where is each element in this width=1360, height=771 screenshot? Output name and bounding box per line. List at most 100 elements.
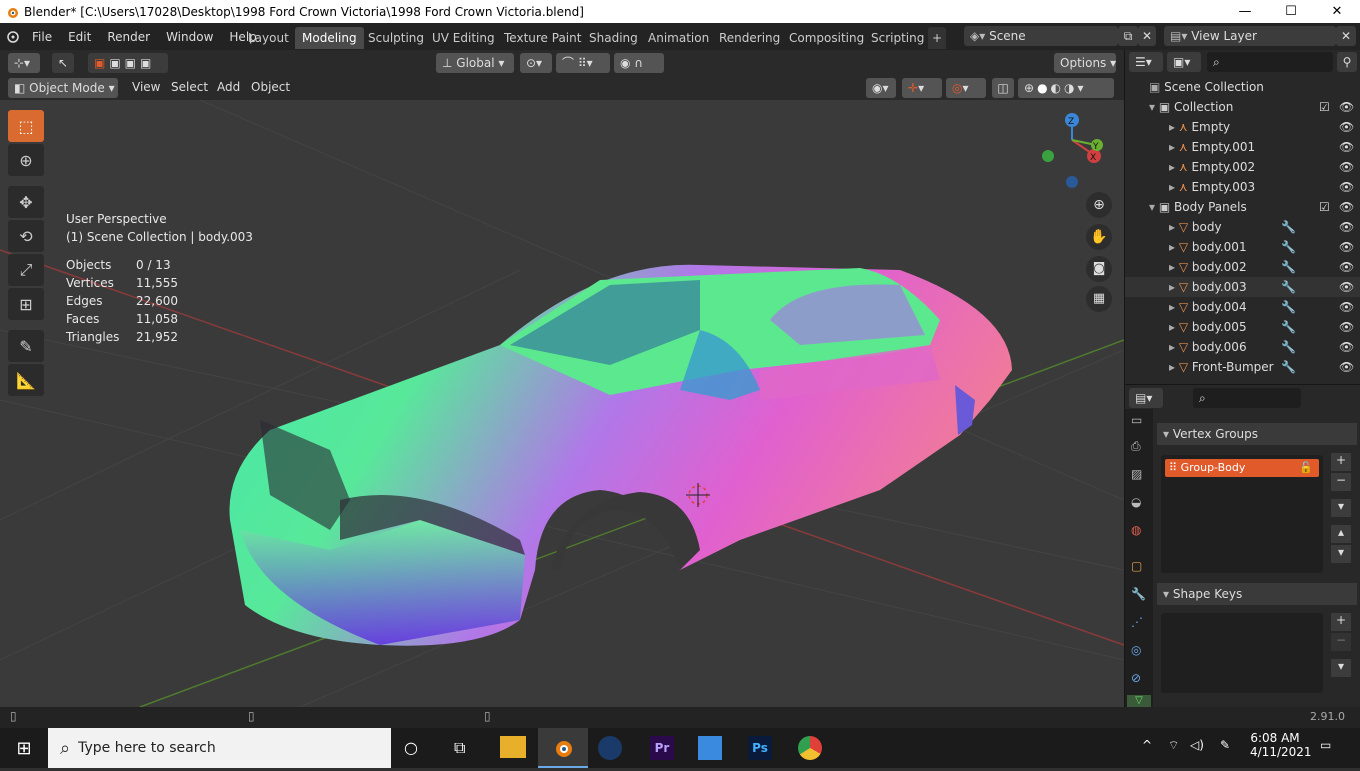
network-icon[interactable]: ⌔ bbox=[1168, 738, 1179, 753]
tab-scene-icon[interactable]: ◒ bbox=[1131, 495, 1141, 509]
shape-key-specials-button[interactable]: ▾ bbox=[1331, 659, 1351, 677]
navigation-gizmo[interactable]: Z X Y bbox=[1042, 113, 1103, 188]
expand-arrow-icon[interactable]: ▸ bbox=[1169, 160, 1179, 174]
overlay-toggle-icon[interactable]: ◎▾ bbox=[946, 78, 986, 98]
tab-compositing[interactable]: Compositing bbox=[782, 27, 871, 49]
outliner-item-empty-001[interactable]: ▸ ⋏ Empty.001 👁 bbox=[1125, 137, 1360, 157]
pan-hand-icon[interactable]: ✋ bbox=[1086, 224, 1112, 250]
vertex-groups-list[interactable]: ⠿ Group-Body 🔓 bbox=[1161, 455, 1323, 573]
visibility-eye-icon[interactable]: 👁 bbox=[1339, 97, 1354, 117]
visibility-eye-icon[interactable]: 👁 bbox=[1339, 217, 1354, 237]
menu-render[interactable]: Render bbox=[99, 30, 158, 44]
taskbar-clock[interactable]: 6:08 AM 4/11/2021 bbox=[1250, 731, 1312, 759]
outliner-item-body-002[interactable]: ▸ ▽ body.002 🔧 👁 bbox=[1125, 257, 1360, 277]
maximize-button[interactable]: ☐ bbox=[1268, 0, 1314, 23]
transform-orientation-select[interactable]: ⊥ Global ▾ bbox=[436, 53, 514, 73]
expand-arrow-icon[interactable]: ▸ bbox=[1169, 340, 1179, 354]
photos-icon[interactable] bbox=[698, 736, 722, 760]
visibility-eye-icon[interactable]: 👁 bbox=[1339, 337, 1354, 357]
outliner-item-empty-002[interactable]: ▸ ⋏ Empty.002 👁 bbox=[1125, 157, 1360, 177]
tab-world-icon[interactable]: ◍ bbox=[1131, 523, 1141, 537]
tab-texture-paint[interactable]: Texture Paint bbox=[497, 27, 588, 49]
expand-arrow-icon[interactable]: ▸ bbox=[1169, 260, 1179, 274]
visibility-eye-icon[interactable]: 👁 bbox=[1339, 297, 1354, 317]
tab-modifier-icon[interactable]: 🔧 bbox=[1131, 587, 1146, 601]
select-box-icon[interactable]: ⬚ bbox=[8, 110, 44, 142]
visibility-eye-icon[interactable]: 👁 bbox=[1339, 137, 1354, 157]
collection-checkbox[interactable]: ☑ bbox=[1319, 197, 1330, 217]
modifier-icon[interactable]: 🔧 bbox=[1281, 237, 1296, 257]
steam-icon[interactable] bbox=[598, 736, 622, 760]
delete-scene-icon[interactable]: ✕ bbox=[1138, 26, 1156, 46]
tab-output-icon[interactable]: ⎙ bbox=[1131, 439, 1141, 454]
pen-icon[interactable]: ✎ bbox=[1220, 738, 1230, 752]
visibility-eye-icon[interactable]: 👁 bbox=[1339, 317, 1354, 337]
xray-icon[interactable]: ◫ bbox=[992, 78, 1014, 98]
collection-checkbox[interactable]: ☑ bbox=[1319, 97, 1330, 117]
scale-icon[interactable]: ⤢ bbox=[8, 254, 44, 286]
visibility-icon[interactable]: ◉▾ bbox=[866, 78, 896, 98]
menu-edit[interactable]: Edit bbox=[60, 30, 99, 44]
properties-search-input[interactable]: ⌕ bbox=[1193, 388, 1301, 408]
rotate-icon[interactable]: ⟲ bbox=[8, 220, 44, 252]
options-button[interactable]: Options ▾ bbox=[1054, 53, 1116, 73]
move-up-button[interactable]: ▴ bbox=[1331, 525, 1351, 543]
add-workspace-button[interactable]: + bbox=[928, 27, 947, 49]
tab-view-layer-icon[interactable]: ▨ bbox=[1131, 467, 1142, 481]
blender-menu-icon[interactable] bbox=[2, 29, 22, 45]
zoom-icon[interactable]: ⊕ bbox=[1086, 192, 1112, 218]
outliner-item-collection[interactable]: ▾ ▣ Collection ☑ 👁 bbox=[1125, 97, 1360, 117]
blender-taskbar-icon[interactable] bbox=[538, 728, 588, 768]
select-tool-icon[interactable]: ↖ bbox=[52, 53, 74, 73]
close-button[interactable]: ✕ bbox=[1314, 0, 1360, 23]
expand-arrow-icon[interactable]: ▸ bbox=[1169, 280, 1179, 294]
tab-shading[interactable]: Shading bbox=[582, 27, 645, 49]
outliner-item-body-001[interactable]: ▸ ▽ body.001 🔧 👁 bbox=[1125, 237, 1360, 257]
display-mode-icon[interactable]: ▣▾ bbox=[1167, 52, 1201, 72]
shape-keys-list[interactable] bbox=[1161, 613, 1323, 693]
move-down-button[interactable]: ▾ bbox=[1331, 545, 1351, 563]
tab-sculpting[interactable]: Sculpting bbox=[361, 27, 431, 49]
expand-arrow-icon[interactable]: ▸ bbox=[1169, 180, 1179, 194]
menu-file[interactable]: File bbox=[24, 30, 60, 44]
windows-start-icon[interactable]: ⊞ bbox=[0, 728, 48, 768]
shape-keys-header[interactable]: ▾ Shape Keys bbox=[1157, 583, 1357, 605]
tray-chevron-icon[interactable]: ^ bbox=[1142, 738, 1152, 752]
visibility-eye-icon[interactable]: 👁 bbox=[1339, 177, 1354, 197]
modifier-icon[interactable]: 🔧 bbox=[1281, 337, 1296, 357]
vertex-group-specials-button[interactable]: ▾ bbox=[1331, 499, 1351, 517]
outliner-item-body-panels[interactable]: ▾ ▣ Body Panels ☑ 👁 bbox=[1125, 197, 1360, 217]
outliner-item-body-004[interactable]: ▸ ▽ body.004 🔧 👁 bbox=[1125, 297, 1360, 317]
expand-arrow-icon[interactable]: ▸ bbox=[1169, 360, 1179, 374]
add-shape-key-button[interactable]: + bbox=[1331, 613, 1351, 631]
visibility-eye-icon[interactable]: 👁 bbox=[1339, 157, 1354, 177]
tab-object-icon[interactable]: ▢ bbox=[1131, 559, 1142, 573]
expand-arrow-icon[interactable]: ▸ bbox=[1169, 220, 1179, 234]
viewport-menu-object[interactable]: Object bbox=[251, 80, 290, 94]
remove-vertex-group-button[interactable]: − bbox=[1331, 473, 1351, 491]
expand-arrow-icon[interactable]: ▾ bbox=[1149, 100, 1159, 114]
task-view-icon[interactable]: ⧉ bbox=[454, 738, 465, 758]
editor-type-icon[interactable]: ⊹▾ bbox=[8, 53, 40, 73]
outliner-item-body-006[interactable]: ▸ ▽ body.006 🔧 👁 bbox=[1125, 337, 1360, 357]
delete-view-layer-icon[interactable]: ✕ bbox=[1336, 26, 1356, 46]
modifier-icon[interactable]: 🔧 bbox=[1281, 277, 1296, 297]
scene-selector[interactable]: ◈▾ Scene bbox=[964, 26, 1118, 46]
outliner-item-body[interactable]: ▸ ▽ body 🔧 👁 bbox=[1125, 217, 1360, 237]
snap-icon[interactable]: ⌒ ⠿▾ bbox=[556, 53, 610, 73]
visibility-eye-icon[interactable]: 👁 bbox=[1339, 237, 1354, 257]
3d-viewport[interactable]: Z X Y User Perspective (1) Scene Collect… bbox=[0, 100, 1124, 707]
premiere-icon[interactable]: Pr bbox=[650, 736, 674, 760]
visibility-eye-icon[interactable]: 👁 bbox=[1339, 117, 1354, 137]
shading-mode-icons[interactable]: ⊕●◐◑▾ bbox=[1018, 78, 1114, 98]
vertex-groups-header[interactable]: ▾ Vertex Groups bbox=[1157, 423, 1357, 445]
tab-layout[interactable]: Layout bbox=[241, 27, 296, 49]
outliner-item-body-005[interactable]: ▸ ▽ body.005 🔧 👁 bbox=[1125, 317, 1360, 337]
outliner-scene-collection[interactable]: ▣ Scene Collection bbox=[1125, 77, 1360, 97]
outliner-item-empty[interactable]: ▸ ⋏ Empty 👁 bbox=[1125, 117, 1360, 137]
menu-window[interactable]: Window bbox=[158, 30, 221, 44]
notification-icon[interactable]: ▭ bbox=[1320, 738, 1331, 752]
modifier-icon[interactable]: 🔧 bbox=[1281, 317, 1296, 337]
viewport-menu-select[interactable]: Select bbox=[171, 80, 208, 94]
measure-icon[interactable]: 📐 bbox=[8, 364, 44, 396]
